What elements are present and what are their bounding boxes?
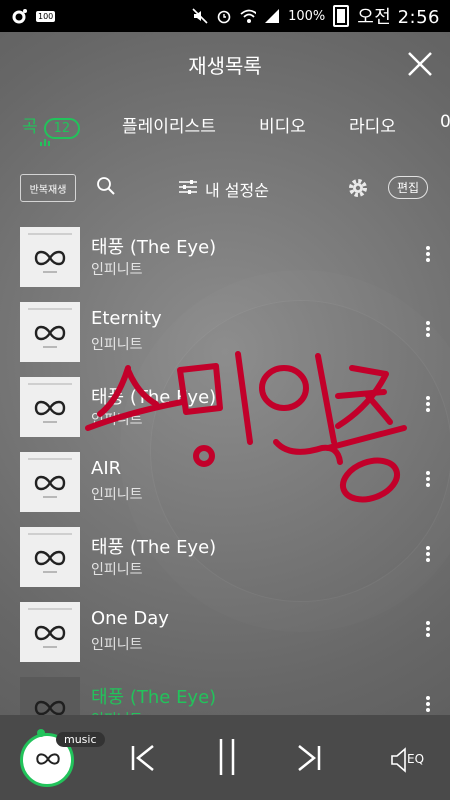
track-artist: 인피니트 (91, 337, 143, 353)
sort-button[interactable]: 내 설정순 (205, 177, 269, 201)
song-count-badge: 12 (43, 118, 81, 139)
track-title: One Day (91, 608, 169, 629)
signal-icon (264, 8, 280, 24)
battery-percent: 100% (288, 8, 326, 24)
tab-playlists[interactable]: 플레이리스트 (122, 112, 216, 137)
tab-videos[interactable]: 비디오 (259, 112, 306, 137)
mini-player: music EQ (0, 715, 450, 800)
status-dot (37, 729, 45, 737)
edit-button[interactable]: 편집 (388, 176, 429, 199)
track-row[interactable]: Eternity 인피니트 (0, 297, 450, 372)
track-title: 태풍 (The Eye) (91, 687, 217, 708)
infinite-logo-icon (34, 475, 66, 491)
close-button[interactable] (406, 50, 434, 78)
repeat-button[interactable]: 반복재생 (20, 174, 76, 202)
track-artist: 인피니트 (91, 562, 143, 578)
track-title: 태풍 (The Eye) (91, 537, 217, 558)
previous-button[interactable] (130, 743, 156, 773)
album-art (20, 452, 80, 512)
pause-button[interactable] (216, 737, 238, 777)
infinite-logo-icon (34, 400, 66, 416)
battery-icon (333, 5, 350, 27)
header: 재생목록 (0, 32, 450, 94)
alarm-icon (216, 8, 232, 24)
tab-bar: 곡 12 플레이리스트 비디오 라디오 0 (0, 100, 450, 150)
track-artist: 인피니트 (91, 637, 143, 653)
next-button[interactable] (296, 743, 322, 773)
track-row[interactable]: 태풍 (The Eye) 인피니트 (0, 522, 450, 597)
now-playing-indicator-icon (40, 139, 50, 146)
infinite-logo-icon (34, 325, 66, 341)
infinite-logo-icon (34, 625, 66, 641)
album-art (20, 302, 80, 362)
wifi-icon (240, 8, 257, 24)
album-art (20, 377, 80, 437)
track-row[interactable]: AIR 인피니트 (0, 447, 450, 522)
more-options-icon[interactable] (426, 694, 432, 714)
track-artist: 인피니트 (91, 262, 143, 278)
more-options-icon[interactable] (426, 469, 432, 489)
infinite-logo-icon (34, 550, 66, 566)
clock: 오전 2:56 (357, 7, 440, 28)
more-options-icon[interactable] (426, 544, 432, 564)
track-row[interactable]: 태풍 (The Eye) 인피니트 (0, 372, 450, 447)
track-title: 태풍 (The Eye) (91, 237, 217, 258)
status-bar: 100 100% 오전 2:56 (0, 0, 450, 32)
speaker-icon (391, 747, 406, 773)
album-art (20, 527, 80, 587)
tab-more[interactable]: 0 (440, 112, 450, 132)
tab-label: 곡 (22, 117, 38, 137)
close-icon (408, 52, 432, 76)
gear-icon[interactable] (347, 177, 369, 199)
track-row[interactable]: One Day 인피니트 (0, 597, 450, 672)
album-art (20, 602, 80, 662)
eq-label: EQ (407, 752, 425, 766)
sort-icon (179, 180, 197, 194)
battery-saver-badge: 100 (36, 10, 56, 22)
more-options-icon[interactable] (426, 244, 432, 264)
music-badge: music (56, 732, 105, 747)
equalizer-button[interactable]: EQ (390, 745, 426, 775)
infinite-logo-icon (34, 250, 66, 266)
track-title: Eternity (91, 308, 162, 329)
track-title: AIR (91, 458, 122, 479)
search-icon[interactable] (96, 176, 116, 196)
mute-icon (192, 8, 208, 24)
track-row[interactable]: 태풍 (The Eye) 인피니트 (0, 222, 450, 297)
page-title: 재생목록 (188, 54, 262, 78)
infinite-logo-icon (36, 753, 60, 765)
music-app-icon (12, 8, 28, 24)
track-artist: 인피니트 (91, 487, 143, 503)
tab-songs[interactable]: 곡 12 (22, 112, 81, 139)
more-options-icon[interactable] (426, 619, 432, 639)
more-options-icon[interactable] (426, 319, 432, 339)
track-title: 태풍 (The Eye) (91, 387, 217, 408)
list-controls: 반복재생 내 설정순 편집 (0, 168, 450, 208)
album-art (20, 227, 80, 287)
tab-radio[interactable]: 라디오 (349, 112, 396, 137)
more-options-icon[interactable] (426, 394, 432, 414)
repeat-label: 반복재생 (29, 184, 67, 196)
track-artist: 인피니트 (91, 412, 143, 428)
